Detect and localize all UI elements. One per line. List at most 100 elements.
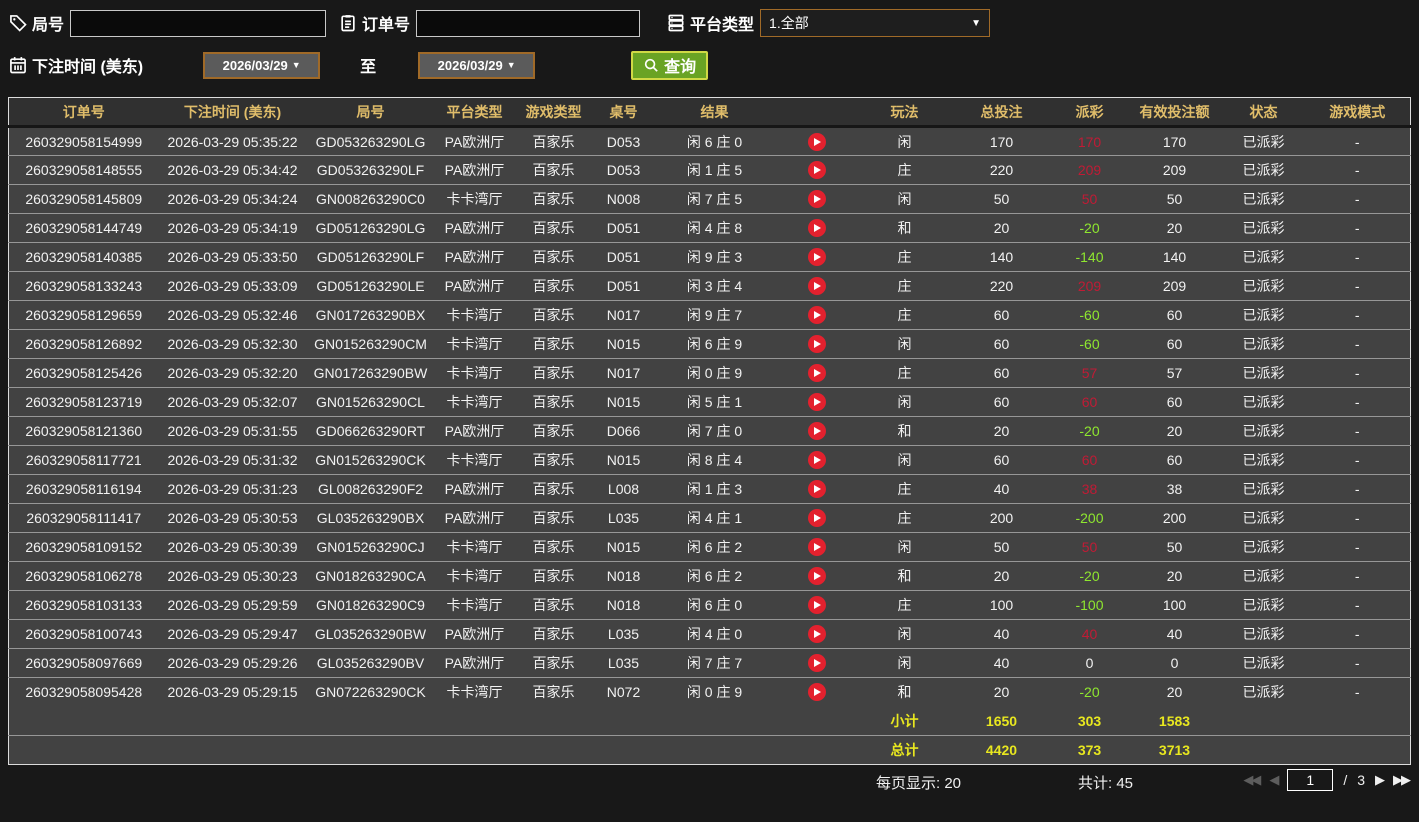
chevron-down-icon: ▼ [971,17,982,29]
bet-time-cell: 2026-03-29 05:30:53 [158,503,307,533]
table-no-cell: L008 [592,474,655,504]
replay-button[interactable] [807,509,826,528]
order-no-cell: 260329058133243 [8,271,159,301]
platform-type-select[interactable]: 1.全部 ▼ [760,9,991,37]
round-no-cell: GN017263290BX [306,300,435,330]
play-type-cell: 庄 [858,271,951,301]
status-cell: 已派彩 [1222,619,1305,649]
platform-cell: PA欧洲厅 [434,213,515,243]
total-count-label: 共计: 45 [1078,775,1134,792]
bet-time-cell: 2026-03-29 05:32:07 [158,387,307,417]
replay-button[interactable] [807,393,826,412]
play-type-cell: 闲 [858,532,951,562]
result-cell: 闲 4 庄 1 [654,503,775,533]
play-icon [814,224,821,233]
replay-button[interactable] [807,596,826,615]
replay-button[interactable] [807,277,826,296]
play-type-cell: 闲 [858,329,951,359]
replay-button[interactable] [807,567,826,586]
payout-cell: 0 [1052,648,1127,678]
col-payout: 派彩 [1052,97,1127,128]
current-page-input[interactable] [1287,769,1334,791]
order-no-cell: 260329058117721 [8,445,159,475]
table-row: 260329058111417 2026-03-29 05:30:53 GL03… [8,503,1411,533]
platform-cell: 卡卡湾厅 [434,184,515,214]
first-page-button[interactable]: ◀◀ [1243,772,1261,788]
payout-cell: -60 [1052,300,1127,330]
search-button[interactable]: 查询 [631,50,709,80]
valid-bet-cell: 170 [1126,126,1223,156]
replay-button[interactable] [807,480,826,499]
round-no-cell: GL035263290BX [306,503,435,533]
replay-button[interactable] [807,451,826,470]
replay-button[interactable] [807,306,826,325]
date-to-picker[interactable]: 2026/03/29 ▼ [418,51,536,79]
chevron-down-icon: ▼ [291,60,301,70]
play-type-cell: 庄 [858,155,951,185]
order-no-cell: 260329058116194 [8,474,159,504]
valid-bet-cell: 60 [1126,445,1223,475]
payout-cell: 50 [1052,532,1127,562]
table-row: 260329058125426 2026-03-29 05:32:20 GN01… [8,358,1411,388]
play-type-cell: 庄 [858,300,951,330]
replay-button[interactable] [807,219,826,238]
total-payout: 373 [1052,735,1127,765]
order-no-cell: 260329058095428 [8,677,159,707]
game-type-cell: 百家乐 [514,242,593,272]
status-cell: 已派彩 [1222,329,1305,359]
replay-button[interactable] [807,335,826,354]
game-type-cell: 百家乐 [514,387,593,417]
table-no-cell: D066 [592,416,655,446]
table-row: 260329058123719 2026-03-29 05:32:07 GN01… [8,387,1411,417]
table-no-cell: N018 [592,590,655,620]
payout-cell: -100 [1052,590,1127,620]
bet-time-cell: 2026-03-29 05:31:32 [158,445,307,475]
replay-button[interactable] [807,625,826,644]
replay-cell [774,155,859,185]
game-type-cell: 百家乐 [514,474,593,504]
replay-button[interactable] [807,364,826,383]
replay-button[interactable] [807,654,826,673]
play-icon [814,688,821,697]
col-game-mode: 游戏模式 [1304,97,1411,128]
replay-button[interactable] [807,132,826,151]
prev-page-button[interactable]: ◀ [1269,772,1279,788]
valid-bet-cell: 209 [1126,155,1223,185]
replay-button[interactable] [807,190,826,209]
replay-button[interactable] [807,538,826,557]
round-no-cell: GN018263290CA [306,561,435,591]
table-row: 260329058154999 2026-03-29 05:35:22 GD05… [8,126,1411,156]
result-cell: 闲 6 庄 0 [654,126,775,156]
total-total-bet: 4420 [950,735,1053,765]
table-no-cell: N017 [592,300,655,330]
date-from-picker[interactable]: 2026/03/29 ▼ [203,51,321,79]
replay-button[interactable] [807,161,826,180]
replay-button[interactable] [807,248,826,267]
game-mode-cell: - [1304,242,1411,272]
play-icon [814,282,821,291]
replay-button[interactable] [807,683,826,702]
table-no-cell: N018 [592,561,655,591]
game-mode-cell: - [1304,387,1411,417]
valid-bet-cell: 57 [1126,358,1223,388]
replay-cell [774,184,859,214]
order-no-input[interactable] [416,9,641,37]
replay-button[interactable] [807,422,826,441]
valid-bet-cell: 20 [1126,213,1223,243]
game-no-input[interactable] [70,9,327,37]
status-cell: 已派彩 [1222,590,1305,620]
play-type-cell: 和 [858,213,951,243]
status-cell: 已派彩 [1222,532,1305,562]
bet-time-cell: 2026-03-29 05:32:46 [158,300,307,330]
filter-row-1: 局号 订单号 平台类型 1.全部 ▼ [8,8,1411,38]
last-page-button[interactable]: ▶▶ [1393,772,1411,788]
valid-bet-cell: 50 [1126,184,1223,214]
payout-cell: -20 [1052,416,1127,446]
status-cell: 已派彩 [1222,387,1305,417]
next-page-button[interactable]: ▶ [1375,772,1385,788]
result-cell: 闲 0 庄 9 [654,677,775,707]
status-cell: 已派彩 [1222,155,1305,185]
total-bet-cell: 60 [950,358,1053,388]
game-mode-cell: - [1304,213,1411,243]
play-icon [814,253,821,262]
